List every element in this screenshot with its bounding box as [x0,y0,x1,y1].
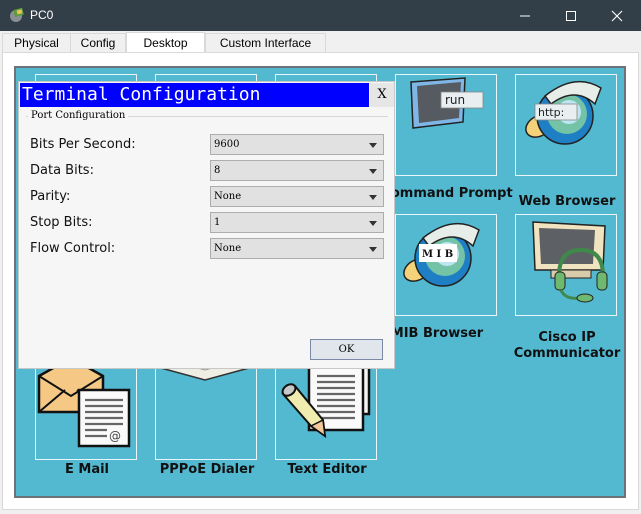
ok-button[interactable]: OK [310,339,383,360]
select-value: None [214,243,242,254]
stop-bits-select[interactable]: 1 [210,212,384,233]
select-value: None [214,191,242,202]
select-value: 1 [214,217,221,228]
minimize-button[interactable] [502,0,548,31]
command-prompt-icon-text: run [445,93,465,107]
tab-desktop[interactable]: Desktop [126,32,205,53]
pc-app-icon [10,7,24,22]
select-value: 9600 [214,139,240,150]
maximize-button[interactable] [548,0,594,31]
minimize-icon [520,15,530,16]
command-prompt-icon: run [410,77,484,129]
select-value: 8 [214,165,221,176]
close-button[interactable] [594,0,640,31]
chevron-down-icon [369,195,377,200]
app-label: PPPoE Dialer [159,462,255,477]
ip-communicator-icon [532,221,608,303]
chevron-down-icon [369,143,377,148]
mib-browser-icon-text: M I B [422,249,453,260]
web-browser-icon: http: [525,80,602,145]
dialog-close-button[interactable]: X [370,83,394,107]
tab-physical[interactable]: Physical [2,33,71,52]
app-label: Cisco IP Communicator [513,330,621,361]
maximize-icon [566,10,576,21]
tab-custom-interface[interactable]: Custom Interface [205,33,326,52]
bits-per-second-label: Bits Per Second: [30,137,136,152]
app-label: Web Browser [518,194,616,209]
dialog-title: Terminal Configuration [20,83,369,107]
terminal-configuration-dialog: Terminal Configuration X Port Configurat… [18,81,395,369]
flow-control-select[interactable]: None [210,238,384,259]
web-browser-icon-text: http: [538,106,564,119]
close-icon [611,10,623,21]
flow-control-label: Flow Control: [30,241,116,256]
mib-browser-icon: M I B [403,222,480,287]
chevron-down-icon [369,221,377,226]
parity-label: Parity: [30,189,71,204]
bits-per-second-select[interactable]: 9600 [210,134,384,155]
stop-bits-label: Stop Bits: [30,215,93,230]
chevron-down-icon [369,169,377,174]
window-titlebar: PC0 [0,0,641,31]
group-title: Port Configuration [28,110,129,121]
chevron-down-icon [369,247,377,252]
data-bits-label: Data Bits: [30,163,94,178]
data-bits-select[interactable]: 8 [210,160,384,181]
parity-select[interactable]: None [210,186,384,207]
window-title: PC0 [30,8,54,22]
email-icon-text: @ [109,429,121,443]
tab-config[interactable]: Config [70,33,126,52]
